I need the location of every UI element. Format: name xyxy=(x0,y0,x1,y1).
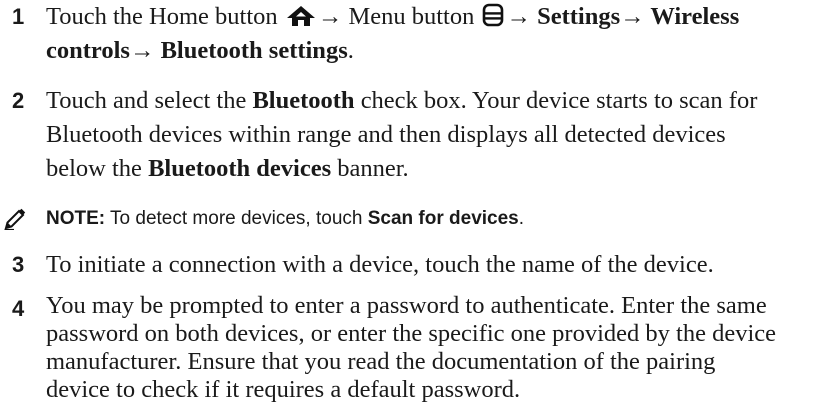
step-text: You may be prompted to enter a password … xyxy=(46,292,830,404)
note-pen-icon xyxy=(4,208,26,235)
step-number: 4 xyxy=(12,296,25,321)
step-2-text-a: Touch and select the xyxy=(46,87,253,114)
step-number: 3 xyxy=(12,252,25,277)
bluetooth-label: Bluetooth xyxy=(252,87,355,114)
bluetooth-devices-label: Bluetooth devices xyxy=(148,155,332,182)
settings-label: Settings xyxy=(530,3,621,30)
menu-icon xyxy=(482,3,504,37)
step-4-line-4: device to check if it requires a default… xyxy=(46,376,521,403)
wireless-label: Wireless xyxy=(644,3,740,30)
step-number: 2 xyxy=(12,88,25,113)
step-text: Touch and select the Bluetooth check box… xyxy=(46,84,830,186)
arrow: → xyxy=(129,37,155,64)
step-4-line-3: manufacturer. Ensure that you read the d… xyxy=(46,348,716,375)
step-2-text-c: below the xyxy=(46,155,149,182)
note-label: NOTE: xyxy=(46,208,106,229)
step-1-text-b: Menu button xyxy=(342,3,475,30)
step-text: Touch the Home button → Menu button → Se… xyxy=(46,0,830,68)
bluetooth-settings-label: Bluetooth settings xyxy=(154,37,348,64)
note-text: NOTE: To detect more devices, touch Scan… xyxy=(46,202,524,236)
step-2-line-2: Bluetooth devices within range and then … xyxy=(46,121,726,148)
period: . xyxy=(518,208,525,229)
scan-for-devices-label: Scan for devices xyxy=(367,208,519,229)
period: . xyxy=(347,37,354,64)
step-text: To initiate a connection with a device, … xyxy=(46,248,830,282)
step-number: 1 xyxy=(12,4,25,29)
step-3-line-1: To initiate a connection with a device, … xyxy=(46,251,714,278)
note-body: To detect more devices, touch xyxy=(105,208,368,229)
arrow: → xyxy=(506,3,531,30)
step-2-text-d: banner. xyxy=(331,155,409,182)
step-2-text-b: check box. Your device starts to scan fo… xyxy=(354,87,758,114)
arrow: → xyxy=(317,3,343,30)
step-4-line-2: password on both devices, or enter the s… xyxy=(46,320,776,347)
home-icon xyxy=(286,3,316,37)
arrow: → xyxy=(620,3,645,30)
controls-label: controls xyxy=(46,37,130,64)
step-1-text-a: Touch the Home button xyxy=(46,3,278,30)
note: NOTE: To detect more devices, touch Scan… xyxy=(0,202,838,236)
step-4-line-1: You may be prompted to enter a password … xyxy=(46,292,767,319)
